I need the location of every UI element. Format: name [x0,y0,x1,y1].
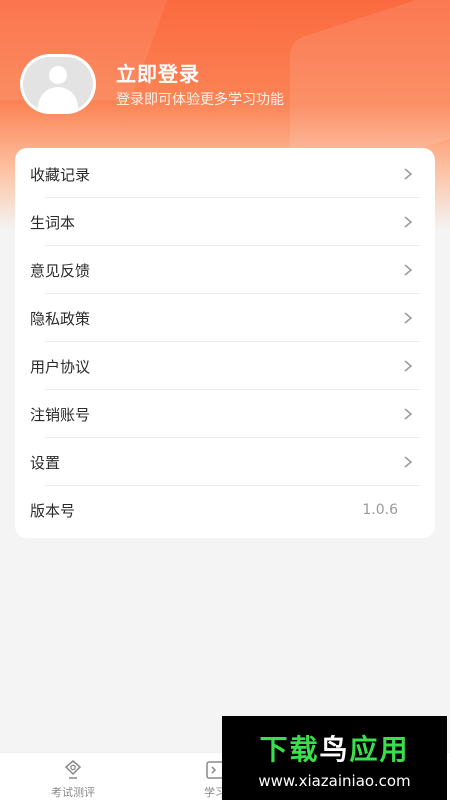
watermark-url: www.xiazainiao.com [258,772,411,790]
menu-item-favorites[interactable]: 收藏记录 [15,150,435,198]
chevron-right-icon [404,168,413,180]
menu-item-label: 收藏记录 [30,165,91,184]
menu-item-label: 生词本 [30,213,76,232]
menu-item-feedback[interactable]: 意见反馈 [15,246,435,294]
menu-item-vocabulary[interactable]: 生词本 [15,198,435,246]
menu-item-version: 版本号 1.0.6 [15,486,435,534]
chevron-right-icon [404,456,413,468]
menu-item-label: 隐私政策 [30,309,91,328]
login-subtitle: 登录即可体验更多学习功能 [116,92,284,108]
menu-item-label: 设置 [30,453,61,472]
menu-item-label: 意见反馈 [30,261,91,280]
watermark-title: 下载鸟应用 [259,733,410,766]
chevron-right-icon [404,216,413,228]
menu-item-user-agreement[interactable]: 用户协议 [15,342,435,390]
menu-item-privacy[interactable]: 隐私政策 [15,294,435,342]
avatar[interactable] [20,54,96,114]
login-link[interactable]: 立即登录 [116,58,200,87]
default-user-icon [23,57,93,111]
badge-icon [64,760,82,779]
menu-item-label: 用户协议 [30,357,91,376]
menu-item-settings[interactable]: 设置 [15,438,435,486]
chevron-right-icon [404,360,413,372]
watermark: 下载鸟应用 www.xiazainiao.com [222,716,447,800]
chevron-right-icon [404,264,413,276]
settings-menu-card: 收藏记录 生词本 意见反馈 隐私政策 用户协议 注销账号 设置 版本号 1.0.… [15,148,435,538]
menu-item-label: 版本号 [30,501,76,520]
version-value: 1.0.6 [362,502,398,518]
menu-item-label: 注销账号 [30,405,91,424]
tab-label: 考试测评 [51,786,95,799]
menu-item-delete-account[interactable]: 注销账号 [15,390,435,438]
chevron-right-icon [404,312,413,324]
chevron-right-icon [404,408,413,420]
tab-exam[interactable]: 考试测评 [23,753,123,800]
